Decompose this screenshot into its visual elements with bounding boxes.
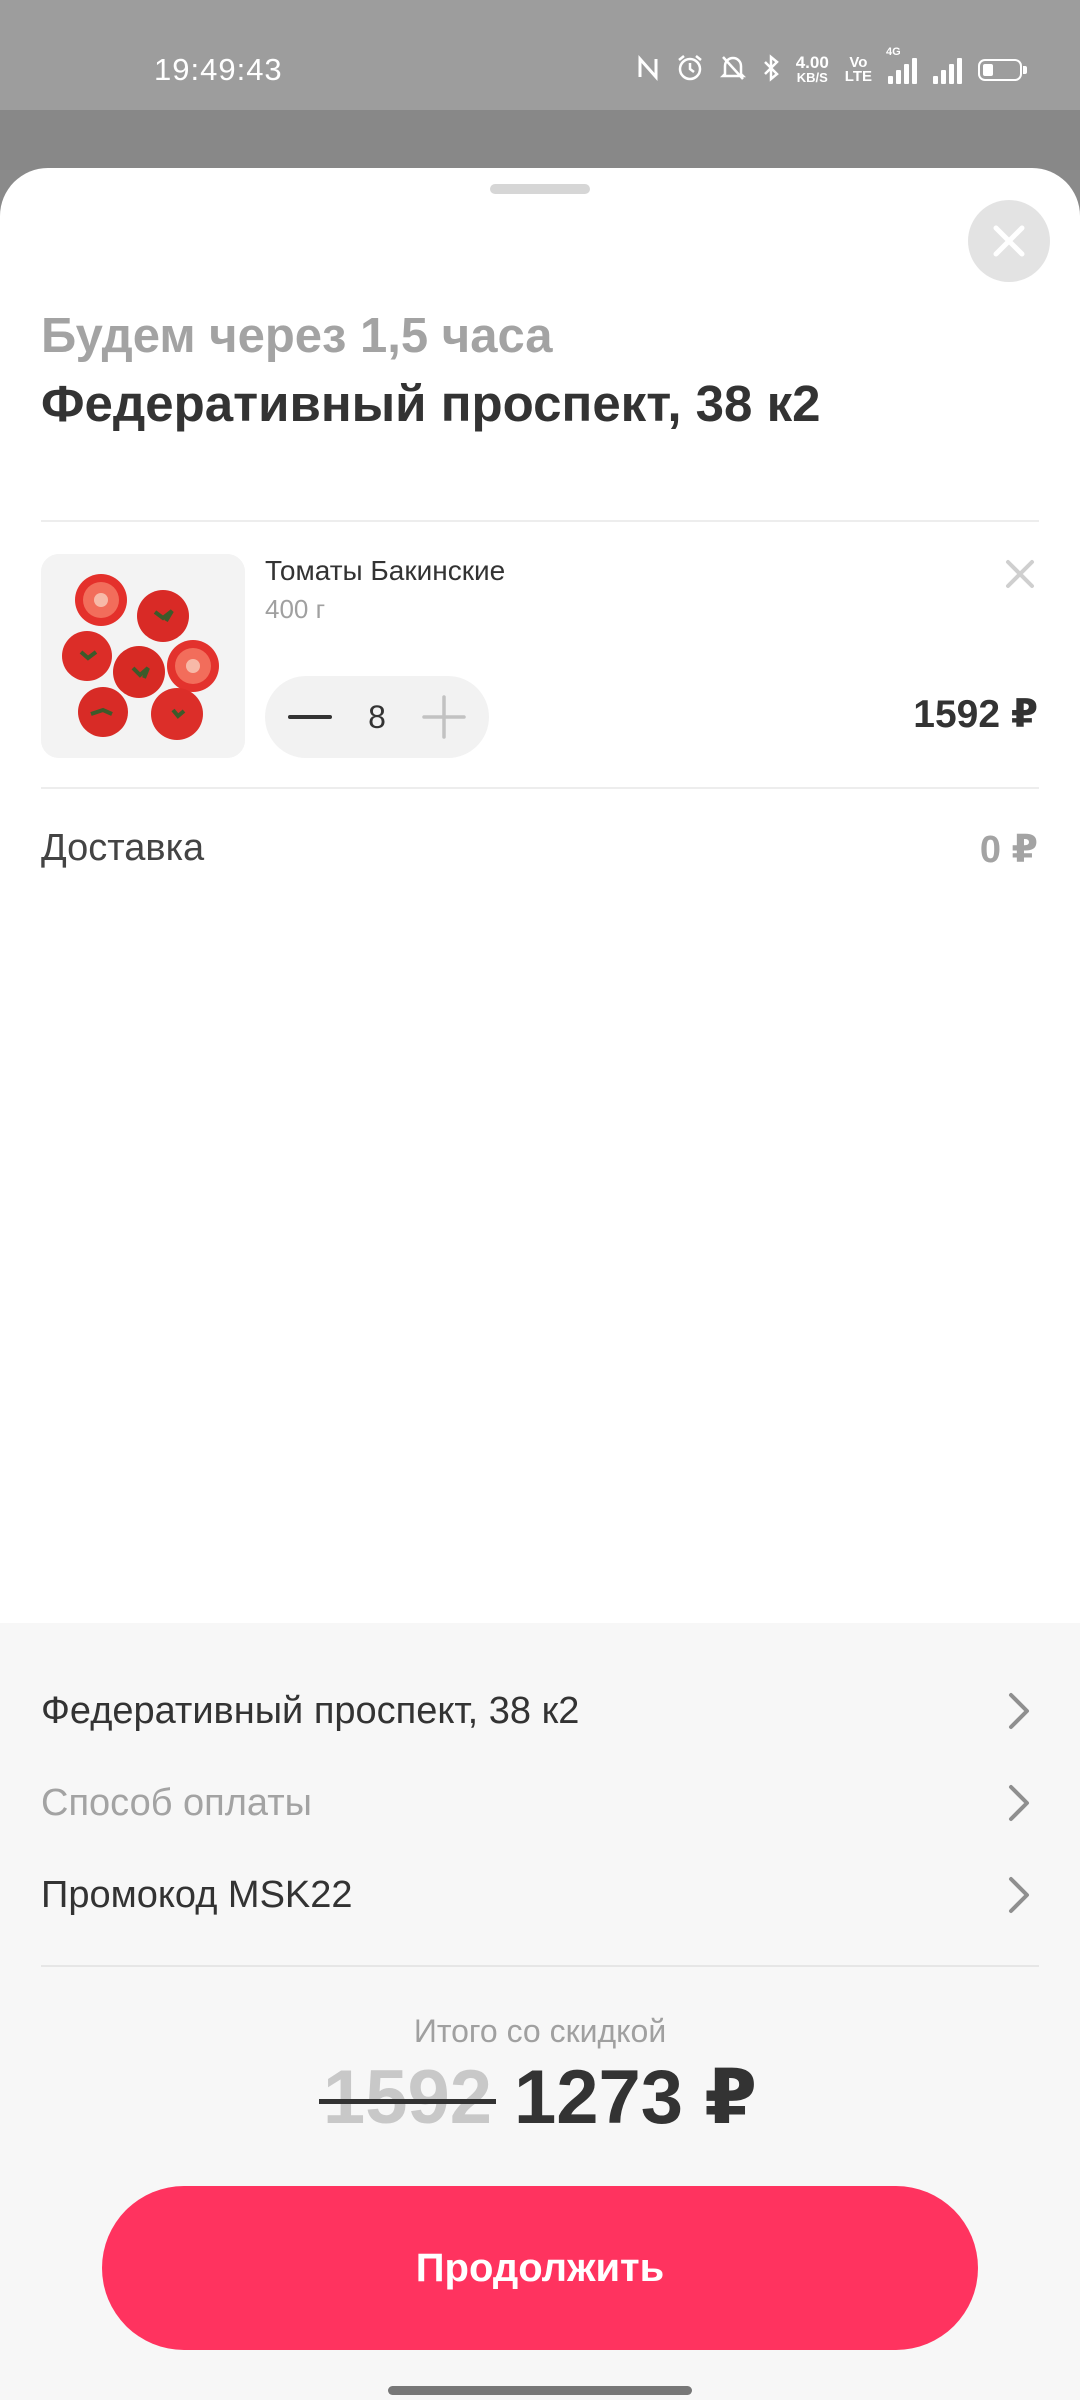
product-name[interactable]: Томаты Бакинские — [265, 555, 505, 587]
remove-item-button[interactable] — [1002, 556, 1038, 592]
home-indicator[interactable] — [388, 2386, 692, 2395]
delivery-eta: Будем через 1,5 часа — [41, 309, 553, 363]
nfc-icon — [636, 55, 660, 85]
increase-button[interactable] — [421, 694, 467, 740]
divider — [41, 520, 1039, 522]
delivery-price: 0 ₽ — [979, 829, 1038, 871]
chevron-right-icon — [999, 1691, 1039, 1731]
continue-button[interactable]: Продолжить — [102, 2186, 978, 2350]
close-button[interactable] — [968, 200, 1050, 282]
new-total-price: 1273 ₽ — [514, 2055, 758, 2140]
minus-icon — [288, 715, 332, 719]
background-overlay[interactable] — [0, 110, 1080, 170]
chevron-right-icon — [999, 1875, 1039, 1915]
total-price: 1592 1273 ₽ — [0, 2052, 1080, 2141]
address-row[interactable]: Федеративный проспект, 38 к2 — [41, 1671, 1039, 1751]
divider — [41, 787, 1039, 789]
bluetooth-icon — [762, 54, 780, 86]
close-icon — [1006, 560, 1034, 588]
battery-icon — [978, 59, 1027, 81]
decrease-button[interactable] — [287, 694, 333, 740]
page-title: Федеративный проспект, 38 к2 — [41, 375, 821, 432]
address-row-label: Федеративный проспект, 38 к2 — [41, 1689, 580, 1732]
promo-code-row[interactable]: Промокод MSK22 — [41, 1855, 1039, 1935]
payment-method-row[interactable]: Способ оплаты — [41, 1763, 1039, 1843]
close-icon — [993, 225, 1025, 257]
alarm-icon — [676, 54, 704, 86]
signal-icon-2 — [933, 56, 962, 84]
total-label: Итого со скидкой — [413, 2013, 667, 2049]
promo-code-label: Промокод MSK22 — [41, 1873, 353, 1916]
volte-indicator: Vo LTE — [844, 54, 872, 85]
quantity-value: 8 — [368, 698, 386, 735]
chevron-right-icon — [999, 1783, 1039, 1823]
net-speed: 4.00 KB/S — [795, 53, 829, 85]
status-time: 19:49:43 — [154, 52, 283, 87]
item-price: 1592 ₽ — [913, 693, 1038, 736]
plus-icon — [422, 695, 466, 739]
drag-handle[interactable] — [490, 184, 590, 194]
delivery-label: Доставка — [41, 827, 205, 869]
status-bar: 19:49:43 4.00 KB/S Vo LTE 4G — [0, 0, 1080, 110]
old-total-price: 1592 — [318, 2055, 497, 2140]
bell-muted-icon — [719, 54, 746, 86]
status-icons: 4.00 KB/S Vo LTE 4G — [636, 46, 1027, 86]
quantity-stepper: 8 — [265, 676, 489, 758]
divider — [41, 1965, 1039, 1967]
product-weight: 400 г — [265, 594, 326, 624]
signal-icon-1: 4G — [886, 46, 917, 84]
tomatoes-image[interactable] — [41, 554, 245, 758]
payment-method-label: Способ оплаты — [41, 1781, 312, 1824]
